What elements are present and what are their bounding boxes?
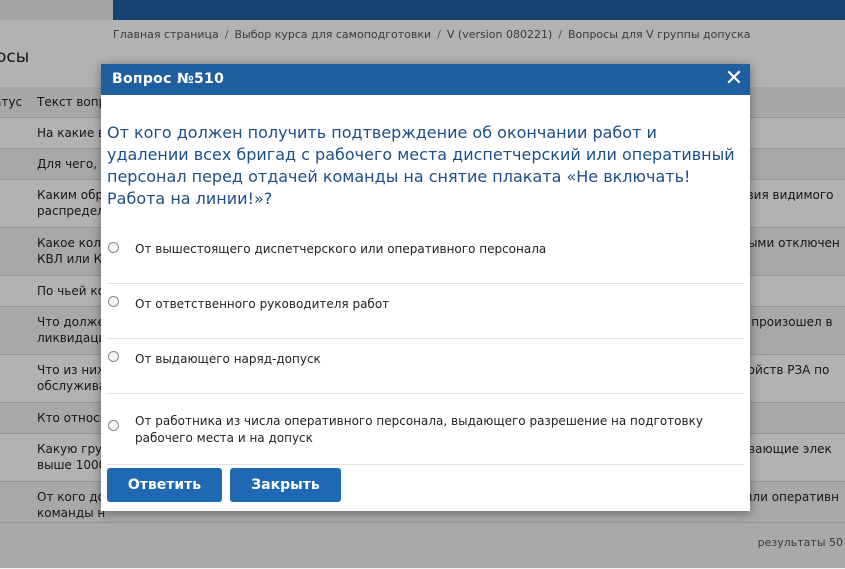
answer-option-label: От вышестоящего диспетчерского или опера… xyxy=(135,242,547,256)
answer-option-label: От выдающего наряд-допуск xyxy=(135,352,321,366)
answer-option-label: От ответственного руководителя работ xyxy=(135,297,390,311)
modal-title: Вопрос №510 xyxy=(112,71,225,87)
close-icon[interactable]: ✕ xyxy=(723,67,745,91)
close-button[interactable]: Закрыть xyxy=(230,468,341,502)
radio-button[interactable] xyxy=(108,296,119,307)
question-text: От кого должен получить подтверждение об… xyxy=(107,123,735,208)
modal-header: Вопрос №510 ✕ xyxy=(101,64,750,95)
radio-button[interactable] xyxy=(108,420,119,431)
answer-option-label: От работника из числа оперативного персо… xyxy=(135,414,703,445)
answer-options: От вышестоящего диспетчерского или опера… xyxy=(107,229,744,465)
radio-button[interactable] xyxy=(108,351,119,362)
answer-option[interactable]: От выдающего наряд-допуск xyxy=(107,339,744,394)
answer-button[interactable]: Ответить xyxy=(107,468,222,502)
answer-option[interactable]: От работника из числа оперативного персо… xyxy=(107,394,744,465)
answer-option[interactable]: От вышестоящего диспетчерского или опера… xyxy=(107,229,744,284)
question-modal: Вопрос №510 ✕ От кого должен получить по… xyxy=(101,64,750,511)
radio-button[interactable] xyxy=(108,242,119,253)
answer-option[interactable]: От ответственного руководителя работ xyxy=(107,284,744,339)
